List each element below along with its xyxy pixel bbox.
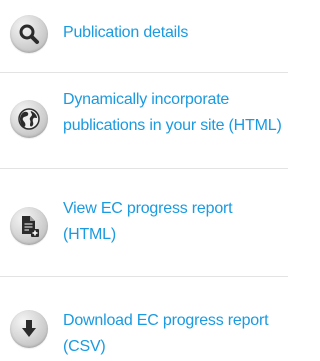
- divider: [0, 168, 288, 169]
- globe-icon: [10, 100, 48, 138]
- publication-details-label: Publication details: [63, 24, 189, 41]
- download-ec-progress-report-link[interactable]: Download EC progress report (CSV): [0, 280, 288, 361]
- search-icon: [10, 15, 48, 53]
- download-arrow-icon: [10, 310, 48, 348]
- view-ec-progress-report-label: View EC progress report (HTML): [63, 200, 233, 243]
- publication-actions-menu: Publication details Dynamically incorpor…: [0, 0, 288, 361]
- divider: [0, 276, 288, 277]
- incorporate-publications-link[interactable]: Dynamically incorporate publications in …: [0, 76, 288, 166]
- document-add-icon: [10, 207, 48, 245]
- divider: [0, 72, 288, 73]
- view-ec-progress-report-link[interactable]: View EC progress report (HTML): [0, 172, 288, 274]
- publication-details-link[interactable]: Publication details: [0, 0, 288, 69]
- download-ec-progress-report-label: Download EC progress report (CSV): [63, 312, 269, 355]
- incorporate-publications-label: Dynamically incorporate publications in …: [63, 91, 282, 134]
